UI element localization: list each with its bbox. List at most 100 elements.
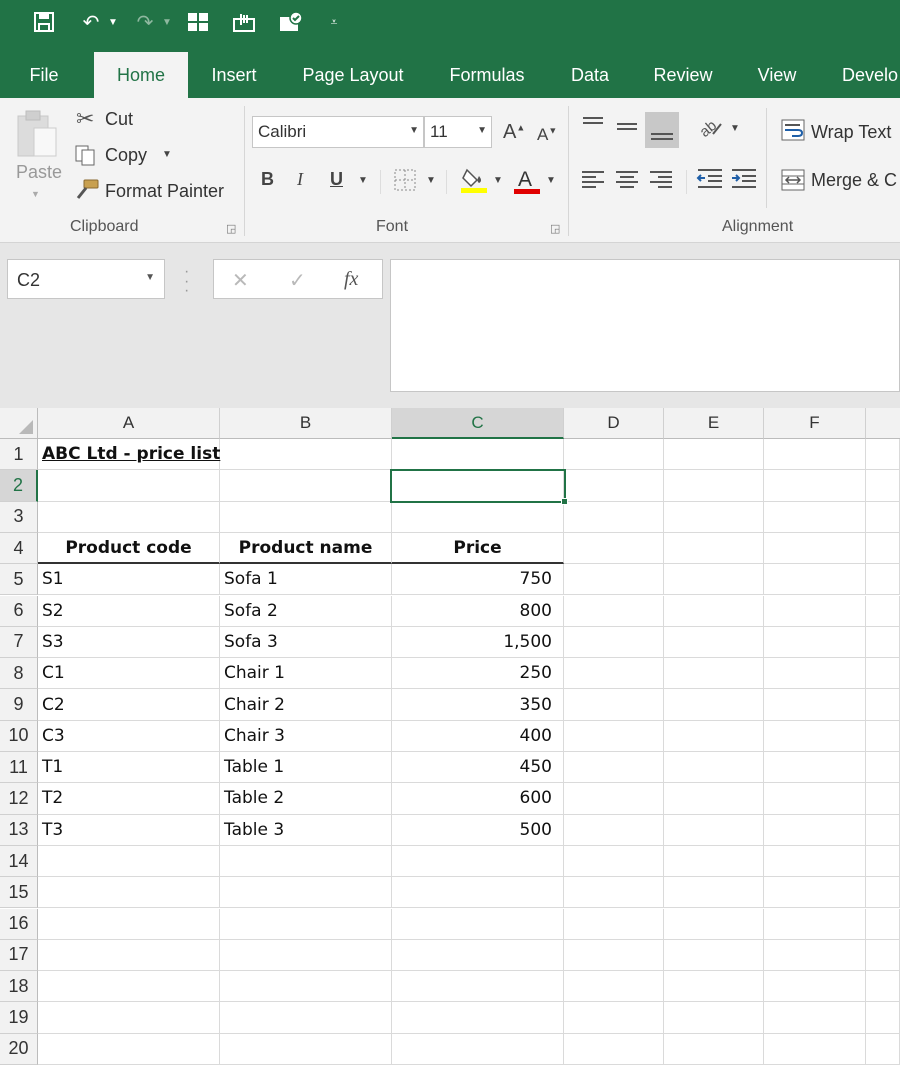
row-header-1[interactable]: 1 [0,439,38,471]
cell-f8[interactable] [764,658,866,690]
cell-d5[interactable] [564,564,664,596]
cell-b4[interactable]: Product name [220,532,392,565]
cell-c9[interactable]: 350 [392,689,564,721]
paste-icon[interactable] [14,108,60,168]
column-header-d[interactable]: D [564,408,664,439]
cell-e15[interactable] [664,877,764,909]
cut-button[interactable]: Cut [105,109,133,130]
cell-d17[interactable] [564,939,664,972]
row-header-8[interactable]: 8 [0,658,38,690]
cell-f6[interactable] [764,595,866,627]
align-right-icon[interactable] [648,168,674,193]
cell-d3[interactable] [564,501,664,533]
cell-b1[interactable] [220,439,392,471]
cell-g10[interactable] [866,720,900,752]
cell-g17[interactable] [866,939,900,972]
cell-e6[interactable] [664,595,764,627]
column-header-a[interactable]: A [38,408,220,439]
cell-d15[interactable] [564,877,664,909]
decrease-indent-icon[interactable] [696,166,724,193]
cell-f17[interactable] [764,939,866,972]
cell-d11[interactable] [564,752,664,784]
column-header-c[interactable]: C [392,408,564,439]
cell-f5[interactable] [764,564,866,596]
cell-d1[interactable] [564,439,664,471]
cell-g2[interactable] [866,470,900,502]
cell-g3[interactable] [866,501,900,533]
tab-insert[interactable]: Insert [196,52,272,98]
cell-g4[interactable] [866,532,900,565]
tab-file[interactable]: File [14,52,74,98]
cell-e3[interactable] [664,501,764,533]
cell-g1[interactable] [866,439,900,471]
cell-a18[interactable] [38,971,220,1003]
copy-button[interactable]: Copy [105,145,147,166]
row-header-7[interactable]: 7 [0,626,38,659]
cell-g6[interactable] [866,595,900,627]
align-left-icon[interactable] [580,168,606,193]
cell-c11[interactable]: 450 [392,752,564,784]
cell-a3[interactable] [38,501,220,533]
cell-a15[interactable] [38,877,220,909]
cell-c3[interactable] [392,501,564,533]
cell-a17[interactable] [38,939,220,972]
increase-font-size-icon[interactable]: A▲ [503,122,525,142]
name-box[interactable]: C2 ▼ [7,259,165,299]
cell-c17[interactable] [392,939,564,972]
cancel-icon[interactable]: ✕ [232,268,249,293]
row-header-9[interactable]: 9 [0,689,38,721]
cell-b7[interactable]: Sofa 3 [220,626,392,659]
cell-b11[interactable]: Table 1 [220,752,392,784]
cell-d7[interactable] [564,626,664,659]
row-header-6[interactable]: 6 [0,595,38,627]
cell-e19[interactable] [664,1002,764,1034]
merge-center-button[interactable]: Merge & C [811,170,897,191]
column-header-f[interactable]: F [764,408,866,439]
cell-g5[interactable] [866,564,900,596]
cell-a13[interactable]: T3 [38,814,220,846]
enter-icon[interactable]: ✓ [289,268,306,293]
cell-f16[interactable] [764,908,866,940]
tab-developer[interactable]: Develo [830,52,900,98]
formula-input[interactable] [390,259,900,392]
cell-g18[interactable] [866,971,900,1003]
cell-c18[interactable] [392,971,564,1003]
cell-c8[interactable]: 250 [392,658,564,690]
row-header-10[interactable]: 10 [0,720,38,752]
cell-a5[interactable]: S1 [38,564,220,596]
cell-f14[interactable] [764,845,866,878]
wrap-text-icon[interactable] [780,118,808,145]
row-header-2[interactable]: 2 [0,470,38,502]
cell-e13[interactable] [664,814,764,846]
cell-c10[interactable]: 400 [392,720,564,752]
underline-button[interactable]: U [330,170,343,188]
decrease-font-size-icon[interactable]: A▼ [537,126,557,143]
fill-color-icon[interactable] [459,164,489,197]
cell-b13[interactable]: Table 3 [220,814,392,846]
cell-c13[interactable]: 500 [392,814,564,846]
redo-dropdown-icon[interactable]: ▼ [160,8,174,36]
font-size-dropdown[interactable]: 11 ▼ [424,116,492,148]
row-header-19[interactable]: 19 [0,1002,38,1034]
cell-b12[interactable]: Table 2 [220,783,392,815]
chevron-down-icon[interactable]: ▼ [145,272,155,283]
row-header-17[interactable]: 17 [0,939,38,972]
cell-c1[interactable] [392,439,564,471]
font-name-dropdown[interactable]: Calibri ▼ [252,116,424,148]
cell-c16[interactable] [392,908,564,940]
cell-d4[interactable] [564,532,664,565]
cell-c12[interactable]: 600 [392,783,564,815]
merge-center-icon[interactable] [780,168,808,195]
cell-g12[interactable] [866,783,900,815]
font-color-icon[interactable]: A [514,166,542,199]
cell-f7[interactable] [764,626,866,659]
borders-icon[interactable] [393,168,417,195]
orientation-dropdown-icon[interactable]: ▼ [730,124,740,134]
cell-e20[interactable] [664,1033,764,1065]
cell-e9[interactable] [664,689,764,721]
cell-a20[interactable] [38,1033,220,1065]
cell-d16[interactable] [564,908,664,940]
tab-page-layout[interactable]: Page Layout [292,52,414,98]
cell-d18[interactable] [564,971,664,1003]
fill-color-dropdown-icon[interactable]: ▼ [493,176,503,186]
